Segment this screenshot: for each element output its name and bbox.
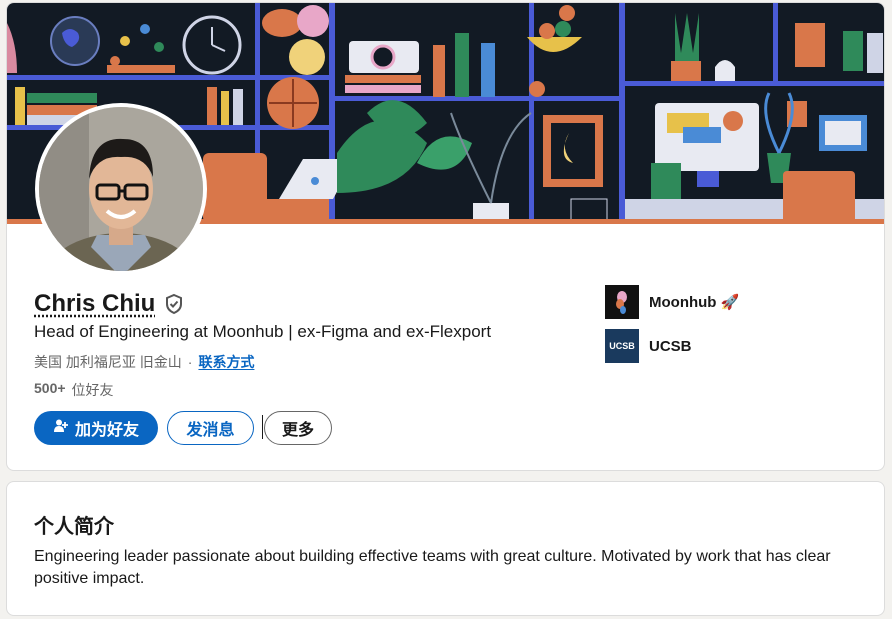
about-title: 个人简介 [34, 516, 114, 538]
connections-count[interactable]: 500+ [34, 380, 66, 400]
profile-card: Chris Chiu Head of Engineering at Moonhu… [6, 2, 885, 471]
location-row: 美国 加利福尼亚 旧金山 · 联系方式 [34, 352, 254, 372]
avatar-photo [39, 107, 203, 271]
ucsb-logo-icon: UCSB [605, 329, 639, 363]
add-friend-button[interactable]: 加为好友 [34, 411, 158, 445]
profile-location: 美国 加利福尼亚 旧金山 [34, 354, 182, 370]
moonhub-logo-icon [605, 285, 639, 319]
org-name-ucsb: UCSB [649, 337, 692, 355]
about-text: Engineering leader passionate about buil… [34, 548, 831, 587]
name-row: Chris Chiu [34, 290, 185, 318]
more-button[interactable]: 更多 [264, 411, 332, 445]
message-button[interactable]: 发消息 [167, 411, 254, 445]
location-separator: · [187, 354, 193, 370]
add-friend-label: 加为好友 [74, 422, 139, 439]
profile-name[interactable]: Chris Chiu [34, 290, 155, 318]
more-label: 更多 [281, 422, 314, 439]
org-name-moonhub: Moonhub 🚀 [649, 294, 740, 311]
text-cursor [262, 415, 263, 439]
connections-row: 500+ 位好友 [34, 380, 114, 400]
rocket-icon: 🚀 [720, 294, 740, 311]
connections-label: 位好友 [71, 382, 114, 398]
profile-headline: Head of Engineering at Moonhub | ex-Figm… [34, 322, 492, 341]
verified-shield-icon[interactable] [163, 293, 185, 315]
org-item-ucsb[interactable]: UCSB UCSB [605, 329, 692, 363]
message-label: 发消息 [186, 422, 235, 439]
contact-info-link[interactable]: 联系方式 [198, 352, 254, 372]
about-card: 个人简介 Engineering leader passionate about… [6, 481, 885, 616]
add-person-icon [53, 418, 69, 439]
org-item-moonhub[interactable]: Moonhub 🚀 [605, 285, 739, 319]
profile-avatar[interactable] [35, 103, 207, 275]
